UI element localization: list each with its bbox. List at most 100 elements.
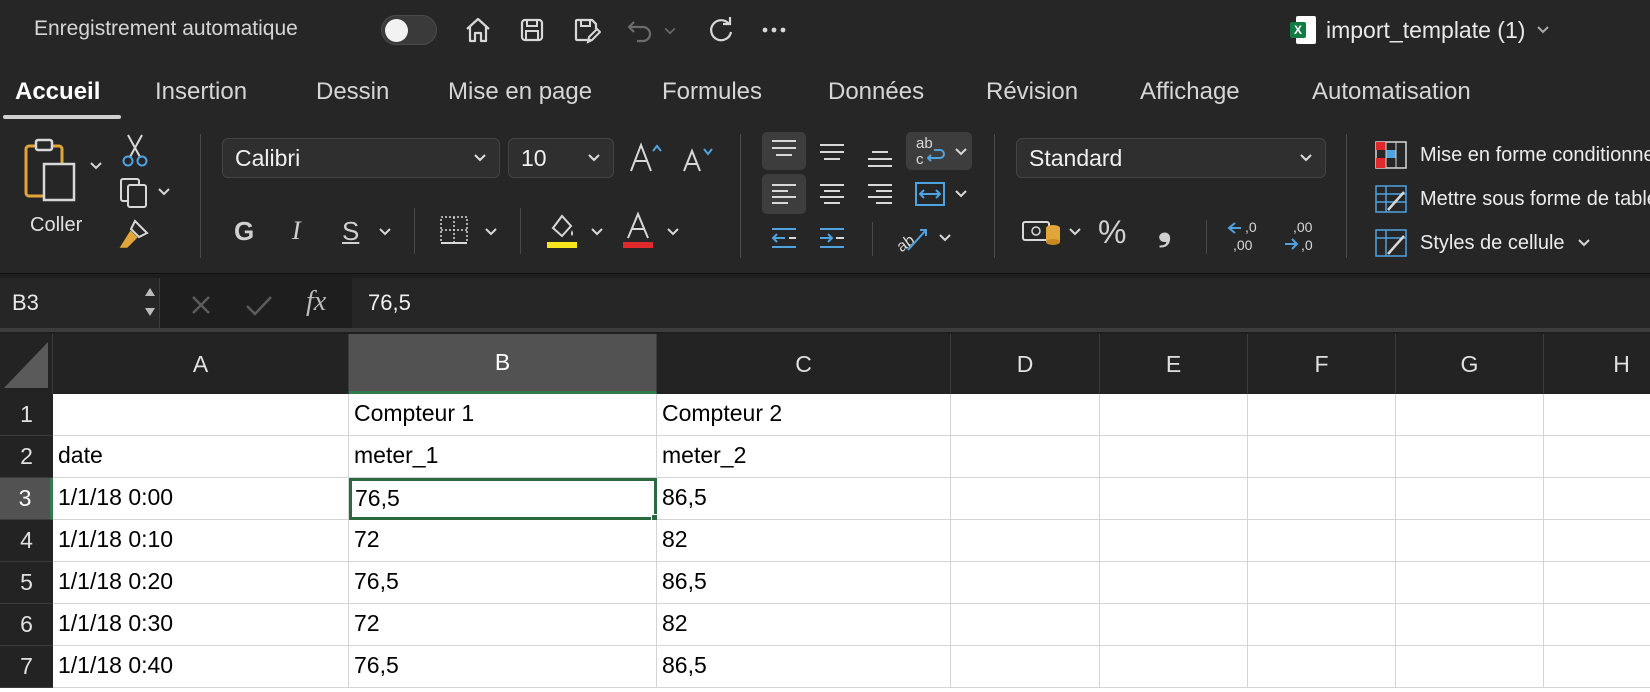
- spreadsheet-grid[interactable]: A B C D E F G H 1 Compteur 1 Compteur 2 2 date meter_…: [0, 334, 1650, 692]
- more-icon[interactable]: [756, 12, 792, 48]
- decrease-font-size-icon[interactable]: [680, 140, 716, 178]
- cell-b6[interactable]: 72: [349, 604, 657, 646]
- wrap-dropdown-icon[interactable]: [952, 142, 970, 162]
- align-top-icon[interactable]: [766, 134, 802, 168]
- align-right-icon[interactable]: [862, 176, 898, 212]
- tab-dessin[interactable]: Dessin: [316, 78, 389, 106]
- cell-h4[interactable]: [1544, 520, 1650, 562]
- accounting-dropdown-icon[interactable]: [1066, 222, 1084, 242]
- increase-font-size-icon[interactable]: [626, 138, 666, 178]
- font-color-icon[interactable]: [620, 210, 656, 250]
- cell-g4[interactable]: [1396, 520, 1544, 562]
- cell-d4[interactable]: [951, 520, 1100, 562]
- cut-icon[interactable]: [118, 132, 152, 168]
- cell-f6[interactable]: [1248, 604, 1396, 646]
- cell-a2[interactable]: date: [53, 436, 349, 478]
- fill-color-dropdown-icon[interactable]: [588, 222, 606, 242]
- formula-input[interactable]: 76,5: [352, 278, 1650, 328]
- column-header-h[interactable]: H: [1544, 334, 1650, 394]
- cell-f3[interactable]: [1248, 478, 1396, 520]
- align-bottom-icon[interactable]: [862, 138, 898, 172]
- tab-formules[interactable]: Formules: [662, 78, 762, 106]
- cell-f2[interactable]: [1248, 436, 1396, 478]
- borders-dropdown-icon[interactable]: [482, 222, 500, 242]
- tab-automatisation[interactable]: Automatisation: [1312, 78, 1471, 106]
- cancel-icon[interactable]: [188, 292, 214, 318]
- cell-h7[interactable]: [1544, 646, 1650, 688]
- row-header-7[interactable]: 7: [0, 646, 53, 688]
- tab-affichage[interactable]: Affichage: [1140, 78, 1240, 106]
- cell-g3[interactable]: [1396, 478, 1544, 520]
- home-icon[interactable]: [460, 12, 496, 48]
- redo-icon[interactable]: [702, 12, 738, 48]
- cell-b2[interactable]: meter_1: [349, 436, 657, 478]
- cell-f1[interactable]: [1248, 394, 1396, 436]
- cell-g7[interactable]: [1396, 646, 1544, 688]
- merge-dropdown-icon[interactable]: [952, 184, 970, 204]
- cell-a6[interactable]: 1/1/18 0:30: [53, 604, 349, 646]
- merge-center-icon[interactable]: [910, 176, 950, 212]
- name-box-stepper-icon[interactable]: [143, 282, 157, 322]
- font-name-select[interactable]: Calibri: [222, 138, 500, 178]
- cell-d2[interactable]: [951, 436, 1100, 478]
- cell-b1[interactable]: Compteur 1: [349, 394, 657, 436]
- cell-c3[interactable]: 86,5: [657, 478, 951, 520]
- cell-f7[interactable]: [1248, 646, 1396, 688]
- cell-d1[interactable]: [951, 394, 1100, 436]
- cell-c6[interactable]: 82: [657, 604, 951, 646]
- cell-styles-button[interactable]: Styles de cellule: [1374, 226, 1591, 260]
- accounting-format-icon[interactable]: [1020, 212, 1064, 252]
- cell-a3[interactable]: 1/1/18 0:00: [53, 478, 349, 520]
- underline-dropdown-icon[interactable]: [376, 222, 394, 242]
- comma-style-button[interactable]: ❟: [1158, 210, 1171, 249]
- cell-d6[interactable]: [951, 604, 1100, 646]
- column-header-f[interactable]: F: [1248, 334, 1396, 394]
- number-format-select[interactable]: Standard: [1016, 138, 1326, 178]
- format-painter-icon[interactable]: [116, 216, 152, 252]
- undo-icon[interactable]: [622, 12, 658, 48]
- row-header-3[interactable]: 3: [0, 478, 53, 520]
- cell-a5[interactable]: 1/1/18 0:20: [53, 562, 349, 604]
- cell-h5[interactable]: [1544, 562, 1650, 604]
- font-size-select[interactable]: 10: [508, 138, 614, 178]
- cell-a1[interactable]: [53, 394, 349, 436]
- save-icon[interactable]: [514, 12, 550, 48]
- increase-indent-icon[interactable]: [814, 220, 850, 256]
- fill-color-icon[interactable]: [544, 210, 580, 250]
- document-title[interactable]: X import_template (1): [1290, 14, 1551, 46]
- borders-icon[interactable]: [436, 212, 472, 248]
- cell-b4[interactable]: 72: [349, 520, 657, 562]
- decrease-indent-icon[interactable]: [766, 220, 802, 256]
- cell-c2[interactable]: meter_2: [657, 436, 951, 478]
- fx-icon[interactable]: fx: [306, 286, 326, 318]
- enter-icon[interactable]: [244, 292, 274, 318]
- cell-g1[interactable]: [1396, 394, 1544, 436]
- cell-g5[interactable]: [1396, 562, 1544, 604]
- orientation-dropdown-icon[interactable]: [936, 228, 954, 248]
- row-header-1[interactable]: 1: [0, 394, 53, 436]
- bold-button[interactable]: G: [234, 216, 254, 247]
- cell-h6[interactable]: [1544, 604, 1650, 646]
- cell-c4[interactable]: 82: [657, 520, 951, 562]
- tab-accueil[interactable]: Accueil: [15, 78, 100, 106]
- tab-revision[interactable]: Révision: [986, 78, 1078, 106]
- tab-insertion[interactable]: Insertion: [155, 78, 247, 106]
- cell-a4[interactable]: 1/1/18 0:10: [53, 520, 349, 562]
- cell-b7[interactable]: 76,5: [349, 646, 657, 688]
- conditional-formatting-button[interactable]: Mise en forme conditionnelle: [1374, 138, 1650, 172]
- autosave-toggle[interactable]: [381, 15, 437, 45]
- cell-c1[interactable]: Compteur 2: [657, 394, 951, 436]
- column-header-a[interactable]: A: [53, 334, 349, 394]
- cell-b3[interactable]: 76,5: [349, 478, 657, 520]
- column-header-b[interactable]: B: [349, 334, 657, 394]
- align-middle-icon[interactable]: [814, 134, 850, 168]
- strikethrough-button[interactable]: S: [342, 216, 359, 247]
- save-as-icon[interactable]: [568, 12, 604, 48]
- cell-e6[interactable]: [1100, 604, 1248, 646]
- cell-a7[interactable]: 1/1/18 0:40: [53, 646, 349, 688]
- increase-decimal-icon[interactable]: ,0,00: [1224, 214, 1268, 254]
- column-header-d[interactable]: D: [951, 334, 1100, 394]
- select-all-corner[interactable]: [0, 334, 53, 394]
- row-header-2[interactable]: 2: [0, 436, 53, 478]
- cell-e3[interactable]: [1100, 478, 1248, 520]
